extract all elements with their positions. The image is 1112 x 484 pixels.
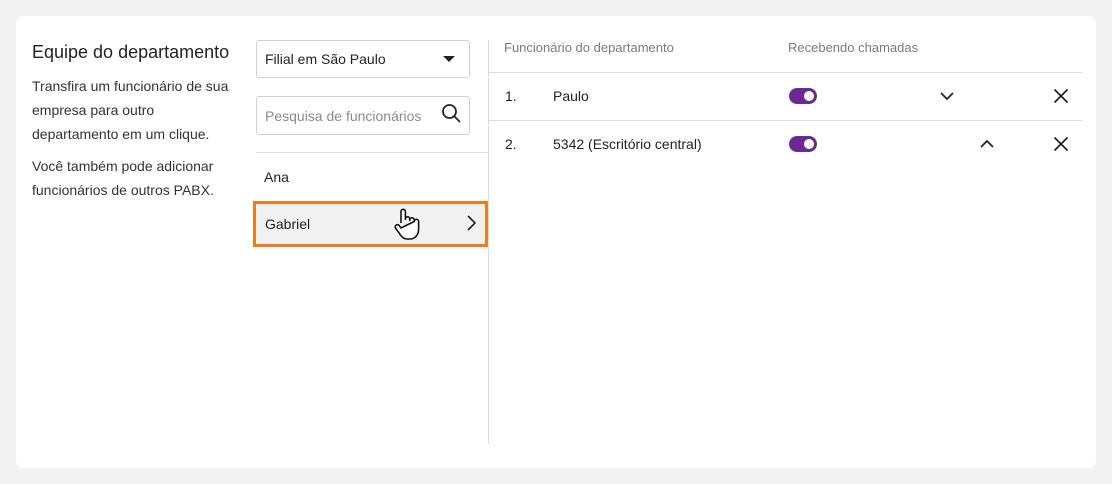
chevron-up-icon[interactable]: [977, 134, 997, 154]
employee-item-ana[interactable]: Ana: [256, 153, 488, 201]
column-header-employee: Funcionário do departamento: [504, 40, 674, 55]
close-icon[interactable]: [1051, 86, 1071, 106]
row-employee-name: 5342 (Escritório central): [553, 136, 702, 152]
branch-select[interactable]: Filial em São Paulo: [256, 40, 470, 78]
receiving-calls-toggle[interactable]: [789, 136, 817, 152]
row-index: 2.: [505, 136, 517, 152]
search-input[interactable]: [265, 107, 435, 124]
hand-pointer-icon: [392, 207, 422, 246]
search-icon[interactable]: [441, 103, 461, 128]
branch-select-value: Filial em São Paulo: [265, 51, 386, 67]
chevron-down-icon[interactable]: [937, 86, 957, 106]
toggle-knob: [804, 139, 814, 149]
column-header-receiving: Recebendo chamadas: [788, 40, 919, 55]
caret-down-icon: [443, 56, 455, 62]
employee-item-gabriel[interactable]: Gabriel: [253, 201, 488, 247]
row-index: 1.: [505, 88, 517, 104]
header-divider: [489, 72, 1082, 73]
section-title: Equipe do departamento: [32, 42, 230, 62]
department-team-card: Equipe do departamento Transfira um func…: [16, 16, 1096, 468]
column-divider: [488, 40, 489, 444]
toggle-knob: [804, 91, 814, 101]
row-divider: [489, 120, 1082, 121]
receiving-calls-toggle[interactable]: [789, 88, 817, 104]
employee-name: Gabriel: [265, 216, 311, 232]
info-note: Você também pode adicionar funcionários …: [32, 158, 214, 198]
employee-name: Ana: [264, 169, 289, 185]
info-panel: Equipe do departamento Transfira um func…: [32, 40, 242, 210]
chevron-right-icon[interactable]: [465, 214, 477, 235]
close-icon[interactable]: [1051, 134, 1071, 154]
row-employee-name: Paulo: [553, 88, 589, 104]
info-description: Transfira um funcionário de sua empresa …: [32, 78, 229, 142]
employee-search[interactable]: [256, 96, 470, 135]
